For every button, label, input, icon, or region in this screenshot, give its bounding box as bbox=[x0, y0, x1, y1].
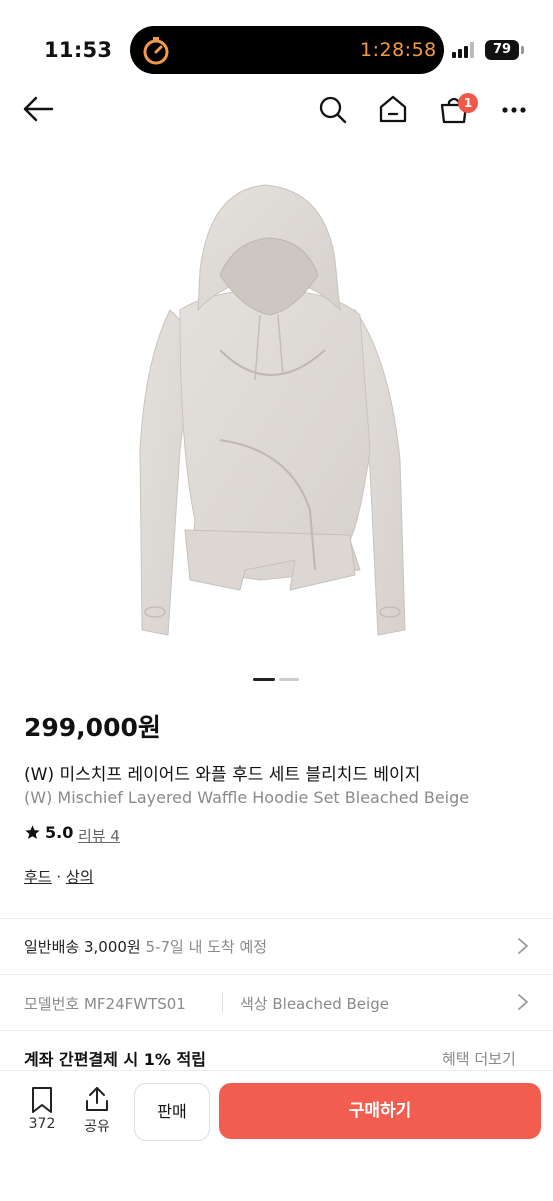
benefit-more-link[interactable]: 혜택 더보기 bbox=[442, 1048, 516, 1069]
category-hood-link[interactable]: 후드 bbox=[24, 868, 52, 886]
product-name-ko: (W) 미스치프 레이어드 와플 후드 세트 블리치드 베이지 bbox=[24, 765, 421, 785]
status-time: 11:53 bbox=[44, 38, 113, 62]
product-name-en: (W) Mischief Layered Waffle Hoodie Set B… bbox=[24, 788, 470, 807]
divider bbox=[0, 918, 553, 919]
shipping-fee: 일반배송 3,000원 bbox=[24, 938, 141, 956]
product-image[interactable] bbox=[60, 150, 490, 650]
benefit-text: 계좌 간편결제 시 1% 적립 bbox=[24, 1050, 206, 1069]
chevron-right-icon[interactable] bbox=[517, 937, 529, 955]
bookmark-count: 372 bbox=[28, 1116, 56, 1132]
rating: 5.0 bbox=[24, 823, 73, 842]
more-icon[interactable] bbox=[502, 106, 526, 114]
category-separator: · bbox=[56, 868, 62, 886]
buy-button[interactable]: 구매하기 bbox=[219, 1083, 541, 1139]
shipping-eta: 5-7일 내 도착 예정 bbox=[145, 938, 268, 956]
battery-tip bbox=[521, 46, 524, 54]
search-icon[interactable] bbox=[318, 95, 348, 125]
battery-indicator: 79 bbox=[485, 40, 519, 60]
spec-divider bbox=[222, 992, 223, 1012]
island-timer: 1:28:58 bbox=[360, 39, 437, 61]
share-label: 공유 bbox=[84, 1119, 110, 1135]
timer-icon bbox=[143, 37, 169, 65]
divider bbox=[0, 974, 553, 975]
category-top-link[interactable]: 상의 bbox=[66, 868, 94, 886]
bookmark-icon[interactable] bbox=[30, 1086, 54, 1114]
category-breadcrumb: 후드 · 상의 bbox=[24, 866, 94, 887]
divider bbox=[0, 1030, 553, 1031]
sell-button[interactable]: 판매 bbox=[134, 1083, 210, 1141]
color-spec: 색상 Bleached Beige bbox=[240, 995, 389, 1013]
carousel-dot-active[interactable] bbox=[253, 678, 275, 681]
signal-icon bbox=[452, 42, 474, 58]
back-arrow-icon[interactable] bbox=[22, 95, 54, 123]
model-number: 모델번호 MF24FWTS01 bbox=[24, 995, 186, 1013]
cart-badge: 1 bbox=[458, 93, 478, 113]
star-icon bbox=[25, 825, 40, 839]
shipping-row[interactable]: 일반배송 3,000원 5-7일 내 도착 예정 bbox=[24, 936, 267, 957]
carousel-dot[interactable] bbox=[279, 678, 299, 681]
rating-value: 5.0 bbox=[45, 823, 74, 842]
home-icon[interactable] bbox=[378, 94, 408, 124]
product-price: 299,000원 bbox=[24, 713, 161, 742]
share-icon[interactable] bbox=[84, 1085, 110, 1113]
review-link[interactable]: 리뷰 4 bbox=[78, 825, 120, 846]
chevron-right-icon[interactable] bbox=[517, 993, 529, 1011]
